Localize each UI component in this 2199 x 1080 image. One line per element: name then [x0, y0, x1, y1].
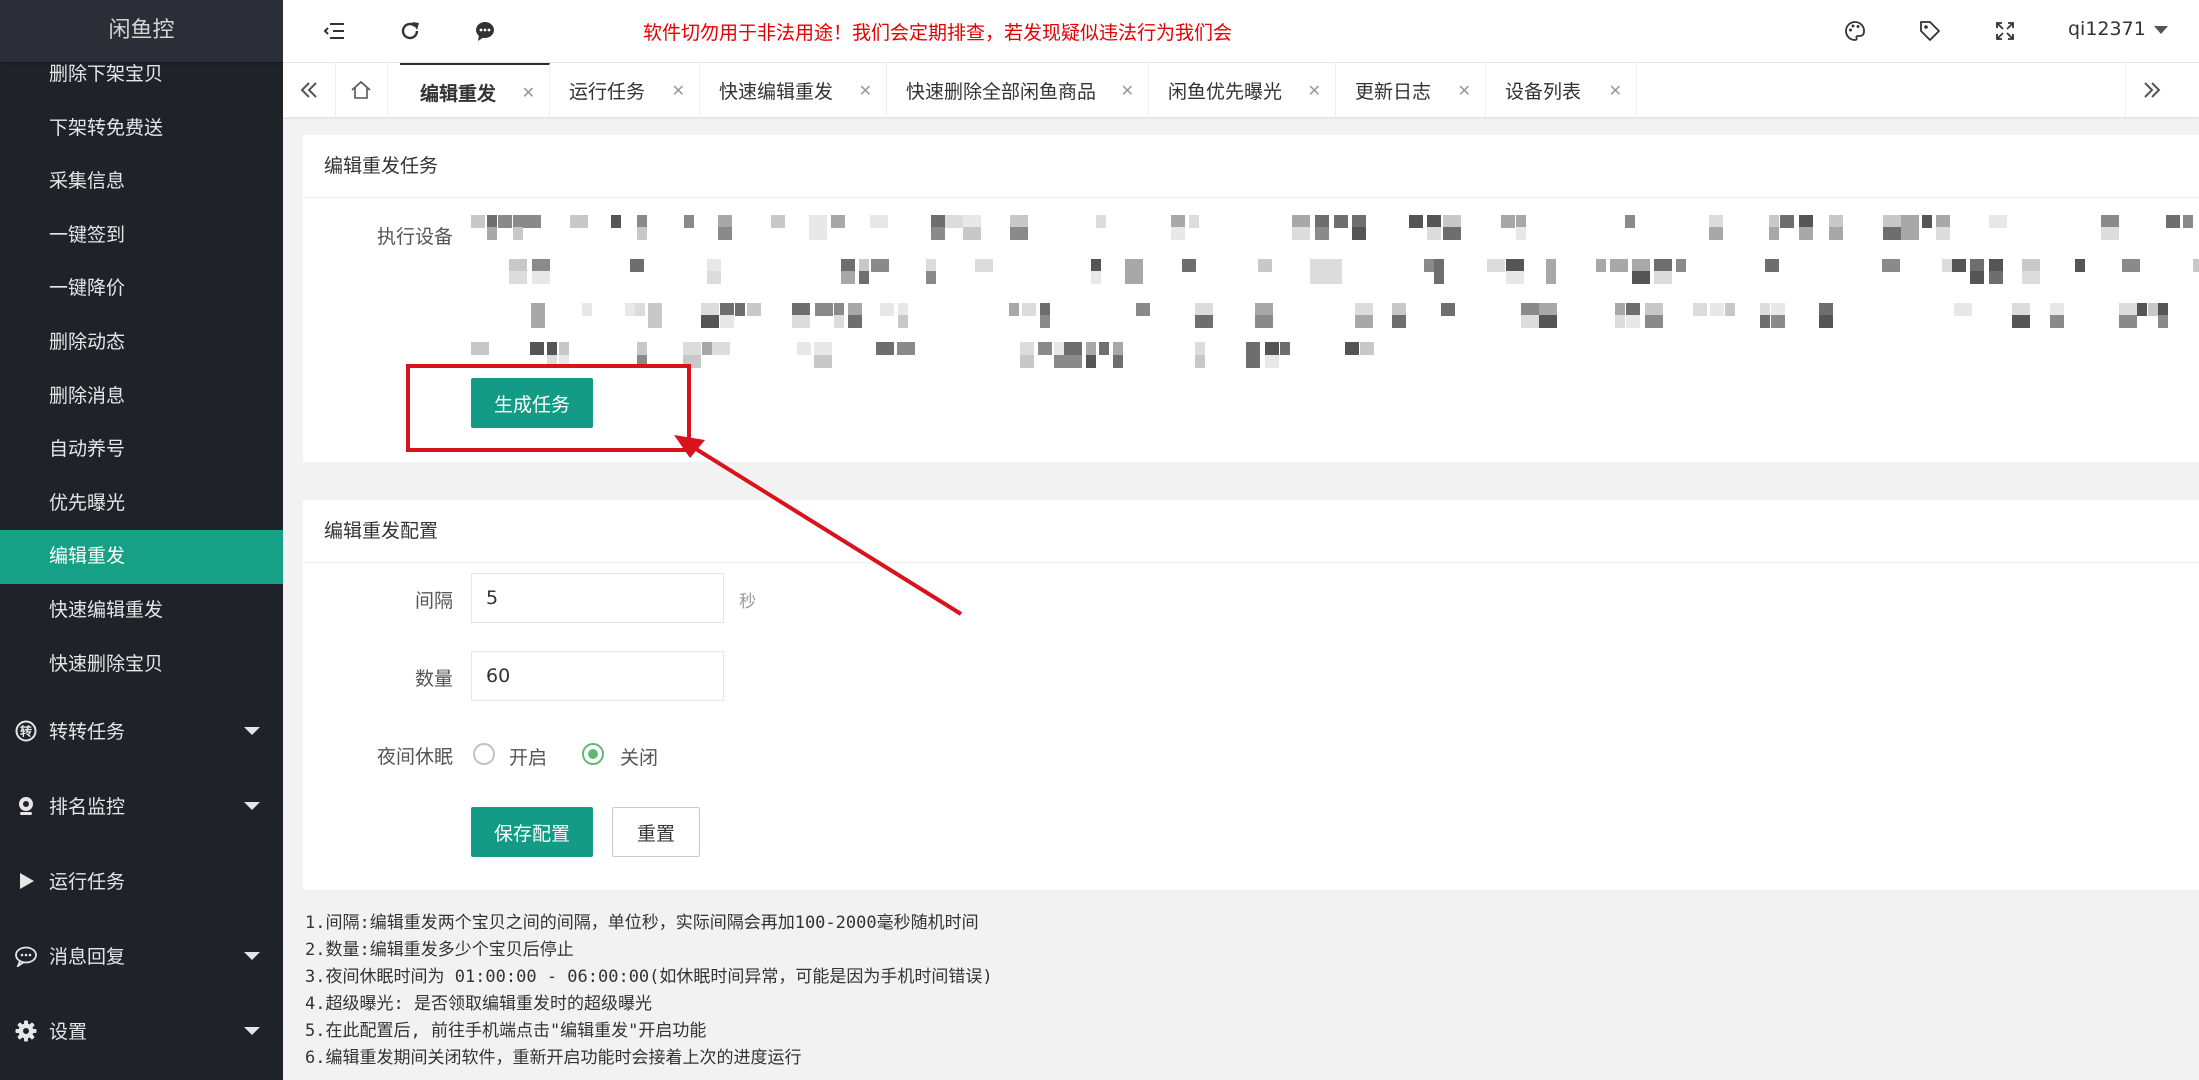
close-icon[interactable]: ✕ [672, 81, 685, 100]
sidebar-group-message-reply[interactable]: 消息回复 [0, 918, 283, 993]
help-notes: 1.间隔:编辑重发两个宝贝之间的间隔，单位秒，实际间隔会再加100-2000毫秒… [305, 910, 993, 1072]
obscured-device-names [471, 215, 2199, 368]
close-icon[interactable]: ✕ [522, 83, 535, 102]
sidebar-menu: 删除下架宝贝 下架转免费送 采集信息 一键签到 一键降价 删除动态 删除消息 自… [0, 48, 283, 1068]
tabs-scroll-left-icon[interactable] [283, 63, 336, 117]
sidebar-group-label: 消息回复 [49, 946, 126, 969]
refresh-icon[interactable] [398, 19, 422, 43]
tab-label: 闲鱼优先曝光 [1168, 80, 1283, 103]
interval-label: 间隔 [414, 590, 453, 612]
sidebar-item-auto-nurture[interactable]: 自动养号 [0, 423, 283, 477]
tab-update-log[interactable]: 更新日志 ✕ [1335, 63, 1486, 117]
username: qi12371 [2068, 18, 2146, 40]
sidebar-item-delete-feed[interactable]: 删除动态 [0, 316, 283, 370]
chevron-down-icon [244, 952, 260, 961]
tab-priority-exposure[interactable]: 闲鱼优先曝光 ✕ [1148, 63, 1336, 117]
task-card: 编辑重发任务 执行设备 生成任务 [303, 135, 2199, 462]
home-tab-icon[interactable] [335, 63, 388, 117]
zhuanzhuan-icon: 转 [14, 719, 38, 743]
note-line: 6.编辑重发期间关闭软件，重新开启功能时会接着上次的进度运行 [305, 1048, 802, 1068]
gear-icon [14, 1019, 38, 1043]
night-sleep-off-label[interactable]: 关闭 [620, 743, 658, 770]
config-card-title: 编辑重发配置 [303, 500, 2199, 563]
tag-icon[interactable] [1918, 19, 1942, 43]
note-line: 5.在此配置后, 前往手机端点击"编辑重发"开启功能 [305, 1021, 707, 1041]
close-icon[interactable]: ✕ [1458, 81, 1471, 100]
night-sleep-on-radio[interactable] [473, 743, 495, 765]
tabs-scroll-right-icon[interactable] [2125, 63, 2178, 117]
tab-bar: 编辑重发 ✕ 运行任务 ✕ 快速编辑重发 ✕ 快速删除全部闲鱼商品 ✕ 闲鱼优先… [283, 63, 2199, 119]
sidebar-group-label: 设置 [49, 1021, 88, 1044]
chat-bubble-icon [14, 944, 38, 968]
collapse-menu-icon[interactable] [322, 19, 346, 43]
night-sleep-label: 夜间休眠 [376, 746, 453, 768]
tab-device-list[interactable]: 设备列表 ✕ [1485, 63, 1637, 117]
sidebar-group-run-tasks[interactable]: 运行任务 [0, 843, 283, 918]
sidebar-group-rank-monitor[interactable]: 排名监控 [0, 768, 283, 843]
count-input[interactable]: 60 [471, 651, 724, 701]
interval-input[interactable]: 5 [471, 573, 724, 623]
tab-label: 快速删除全部闲鱼商品 [906, 80, 1097, 103]
svg-text:转: 转 [20, 723, 32, 738]
sidebar-item-fast-edit-repost[interactable]: 快速编辑重发 [0, 584, 283, 638]
sidebar-group-label: 转转任务 [49, 721, 126, 744]
tab-label: 运行任务 [569, 80, 646, 103]
config-card: 编辑重发配置 间隔 5 秒 数量 60 夜间休眠 开启 关闭 保存配置 重置 [303, 500, 2199, 890]
sidebar: 删除下架宝贝 下架转免费送 采集信息 一键签到 一键降价 删除动态 删除消息 自… [0, 0, 283, 1080]
device-label: 执行设备 [376, 226, 453, 248]
close-icon[interactable]: ✕ [1609, 81, 1622, 100]
sidebar-group-label: 排名监控 [49, 796, 126, 819]
tab-label: 更新日志 [1355, 80, 1432, 103]
chevron-down-icon [2153, 25, 2168, 34]
play-icon [14, 869, 38, 893]
reset-button[interactable]: 重置 [612, 807, 700, 857]
tab-fast-delete-all[interactable]: 快速删除全部闲鱼商品 ✕ [886, 63, 1149, 117]
note-line: 3.夜间休眠时间为 01:00:00 - 06:00:00(如休眠时间异常，可能… [305, 967, 993, 987]
sidebar-item-offshelf-free[interactable]: 下架转免费送 [0, 102, 283, 156]
tab-label: 快速编辑重发 [719, 80, 834, 103]
close-icon[interactable]: ✕ [1308, 81, 1321, 100]
tab-edit-repost[interactable]: 编辑重发 ✕ [400, 63, 550, 119]
note-line: 4.超级曝光: 是否领取编辑重发时的超级曝光 [305, 994, 652, 1014]
sidebar-group-settings[interactable]: 设置 [0, 993, 283, 1068]
fullscreen-icon[interactable] [1993, 19, 2017, 43]
task-card-title: 编辑重发任务 [303, 135, 2199, 198]
sidebar-group-label: 运行任务 [49, 871, 126, 894]
note-line: 1.间隔:编辑重发两个宝贝之间的间隔，单位秒，实际间隔会再加100-2000毫秒… [305, 913, 979, 933]
chevron-down-icon [244, 802, 260, 811]
sidebar-item-fast-delete[interactable]: 快速删除宝贝 [0, 638, 283, 692]
tab-label: 编辑重发 [420, 82, 497, 105]
close-icon[interactable]: ✕ [1121, 81, 1134, 100]
app-logo: 闲鱼控 [0, 0, 283, 62]
top-header: 软件切勿用于非法用途！我们会定期排查，若发现疑似违法行为我们会 qi12371 [283, 0, 2199, 63]
sidebar-item-priority-exposure[interactable]: 优先曝光 [0, 477, 283, 531]
tab-label: 设备列表 [1505, 80, 1582, 103]
message-icon[interactable] [473, 19, 497, 43]
tab-fast-edit-repost[interactable]: 快速编辑重发 ✕ [699, 63, 887, 117]
user-menu[interactable]: qi12371 [2068, 18, 2168, 40]
sidebar-item-edit-repost[interactable]: 编辑重发 [0, 530, 283, 584]
count-label: 数量 [414, 668, 453, 690]
note-line: 2.数量:编辑重发多少个宝贝后停止 [305, 940, 574, 960]
generate-task-button[interactable]: 生成任务 [471, 378, 593, 428]
save-config-button[interactable]: 保存配置 [471, 807, 593, 857]
sidebar-item-delete-messages[interactable]: 删除消息 [0, 370, 283, 424]
notice-text: 软件切勿用于非法用途！我们会定期排查，若发现疑似违法行为我们会 [643, 22, 1233, 44]
chevron-down-icon [244, 727, 260, 736]
night-sleep-off-radio[interactable] [582, 743, 604, 765]
chevron-down-icon [244, 1027, 260, 1036]
tab-run-tasks[interactable]: 运行任务 ✕ [549, 63, 700, 117]
webcam-icon [14, 794, 38, 818]
close-icon[interactable]: ✕ [859, 81, 872, 100]
sidebar-item-sign-in[interactable]: 一键签到 [0, 209, 283, 263]
night-sleep-on-label[interactable]: 开启 [509, 743, 547, 770]
interval-unit: 秒 [739, 592, 756, 612]
sidebar-item-collect-info[interactable]: 采集信息 [0, 155, 283, 209]
device-checkbox-list[interactable] [471, 215, 2199, 375]
theme-palette-icon[interactable] [1843, 19, 1867, 43]
sidebar-item-price-cut[interactable]: 一键降价 [0, 262, 283, 316]
sidebar-group-zhuanzhuan[interactable]: 转 转转任务 [0, 693, 283, 768]
